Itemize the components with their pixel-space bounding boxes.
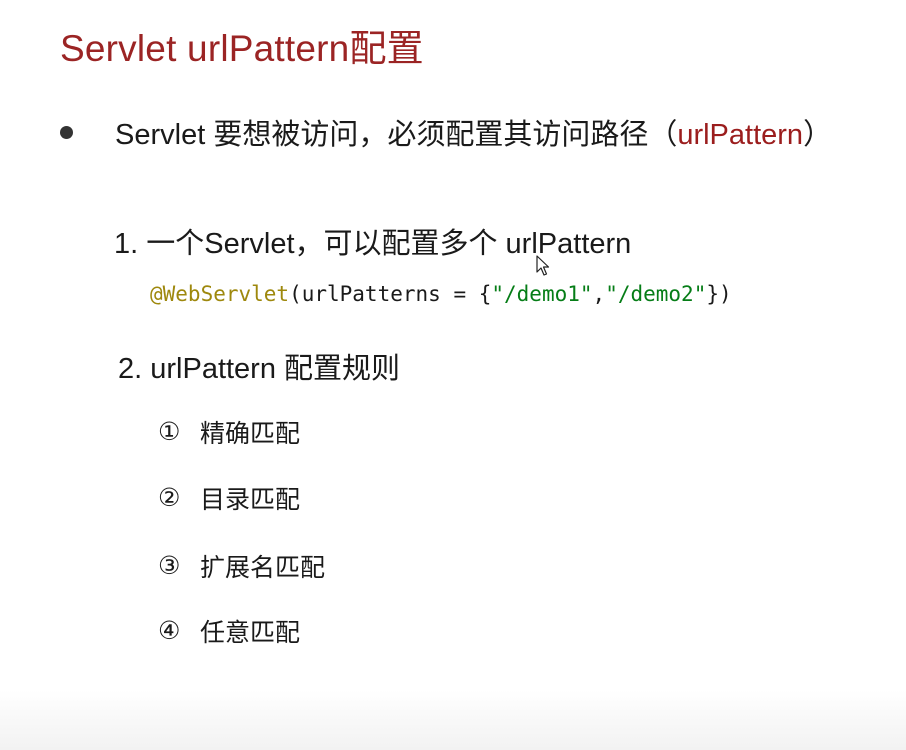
bullet-text: Servlet 要想被访问，必须配置其访问路径（urlPattern） (115, 111, 832, 153)
numbered-item-1: 1. 一个Servlet，可以配置多个 urlPattern (114, 228, 632, 260)
bullet-text-before: Servlet 要想被访问，必须配置其访问路径（ (115, 119, 678, 151)
rule-item: ③ 扩展名匹配 (158, 548, 325, 584)
bullet-item: Servlet 要想被访问，必须配置其访问路径（urlPattern） (60, 112, 832, 152)
bullet-dot-icon (60, 125, 73, 139)
rule-item: ④ 任意匹配 (158, 613, 300, 649)
rule-label: 精确匹配 (200, 420, 301, 448)
numbered-item-2: 2. urlPattern 配置规则 (118, 353, 401, 385)
rule-label: 任意匹配 (200, 619, 301, 647)
code-annotation: @WebServlet (150, 282, 290, 306)
code-snippet: @WebServlet(urlPatterns = {"/demo1","/de… (150, 282, 732, 306)
rule-number: ① (158, 418, 181, 446)
code-open: (urlPatterns = { (289, 282, 492, 306)
rule-label: 目录匹配 (200, 486, 301, 514)
mouse-cursor-icon (536, 255, 550, 276)
code-string-2: "/demo2" (605, 282, 707, 306)
code-comma: , (592, 282, 606, 306)
rule-number: ② (158, 484, 181, 512)
bullet-text-after: ） (803, 119, 833, 151)
rule-item: ② 目录匹配 (158, 480, 300, 516)
rule-number: ③ (158, 552, 181, 580)
code-string-1: "/demo1" (491, 282, 593, 306)
rule-number: ④ (158, 617, 181, 645)
code-close: }) (706, 282, 732, 306)
bullet-highlight: urlPattern (677, 119, 804, 151)
rule-item: ① 精确匹配 (158, 414, 300, 450)
slide-title: Servlet urlPattern配置 (60, 28, 424, 69)
rule-label: 扩展名匹配 (200, 554, 326, 582)
